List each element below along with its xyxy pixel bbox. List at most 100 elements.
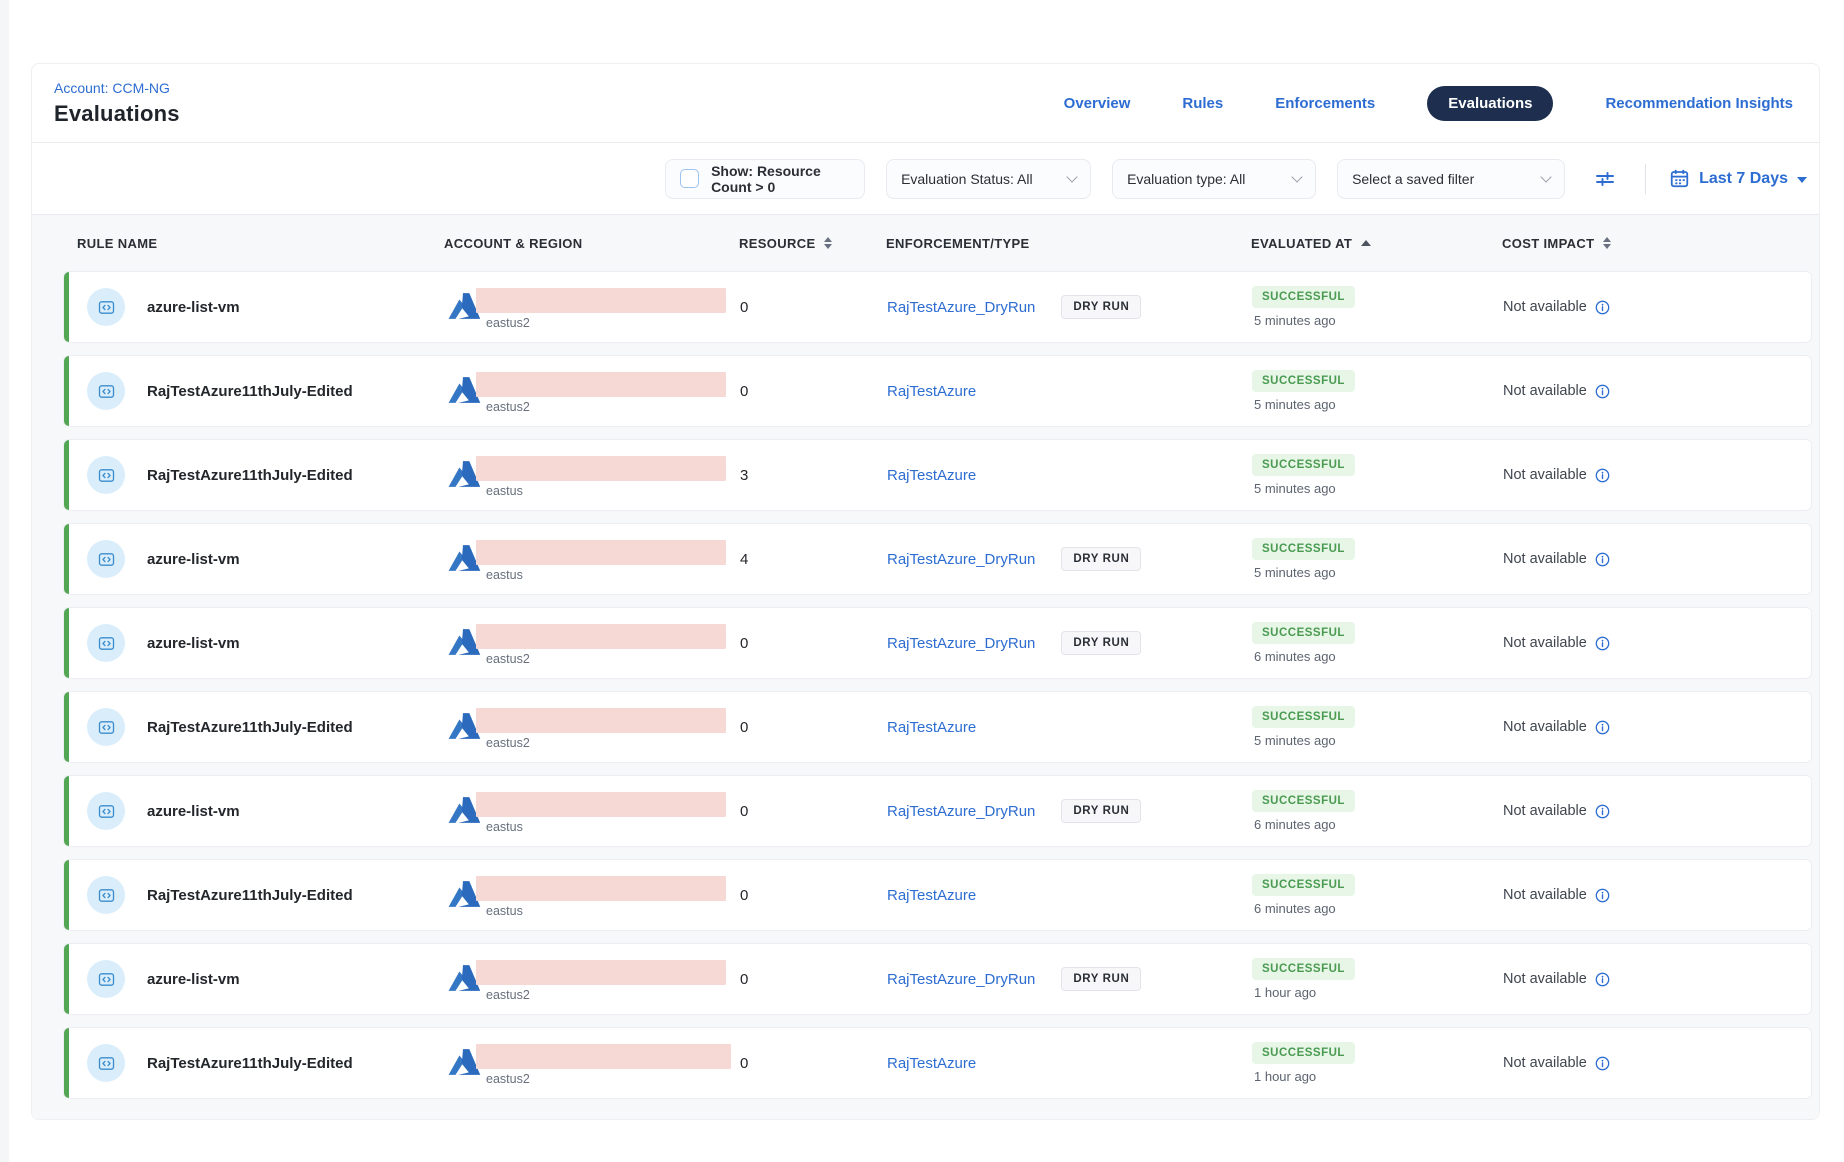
info-icon[interactable] xyxy=(1595,468,1610,483)
enforcement-link[interactable]: RajTestAzure xyxy=(887,1055,976,1072)
col-account-region: ACCOUNT & REGION xyxy=(444,236,583,251)
table-row[interactable]: RajTestAzure11thJuly-Edited eastus2 0 Ra… xyxy=(63,691,1812,763)
sort-icon[interactable] xyxy=(1603,237,1611,249)
evaluation-status-select[interactable]: Evaluation Status: All xyxy=(886,159,1091,199)
rule-name: azure-list-vm xyxy=(147,803,240,820)
enforcement-link[interactable]: RajTestAzure_DryRun xyxy=(887,635,1035,652)
enforcement-link[interactable]: RajTestAzure xyxy=(887,467,976,484)
sort-icon[interactable] xyxy=(824,237,832,249)
rule-name: azure-list-vm xyxy=(147,551,240,568)
resource-count: 4 xyxy=(740,551,748,568)
tab-recommendation-insights[interactable]: Recommendation Insights xyxy=(1605,95,1793,112)
sliders-icon xyxy=(1593,167,1617,191)
info-icon[interactable] xyxy=(1595,804,1610,819)
rule-name: azure-list-vm xyxy=(147,971,240,988)
info-icon[interactable] xyxy=(1595,636,1610,651)
sort-asc-icon[interactable] xyxy=(1361,240,1371,246)
table-row[interactable]: azure-list-vm eastus2 0 RajTestAzure_Dry… xyxy=(63,271,1812,343)
filter-settings-button[interactable] xyxy=(1588,162,1622,196)
table-row[interactable]: RajTestAzure11thJuly-Edited eastus2 0 Ra… xyxy=(63,355,1812,427)
region-label: eastus2 xyxy=(486,316,726,330)
evaluated-time: 6 minutes ago xyxy=(1254,649,1336,664)
page-title: Evaluations xyxy=(54,101,180,127)
table-row[interactable]: azure-list-vm eastus 0 RajTestAzure_DryR… xyxy=(63,775,1812,847)
governance-rule-icon xyxy=(87,456,125,494)
info-icon[interactable] xyxy=(1595,888,1610,903)
dry-run-badge: DRY RUN xyxy=(1061,967,1141,991)
chevron-down-icon xyxy=(1291,171,1302,182)
redacted-account-name xyxy=(476,288,726,313)
row-accent-bar xyxy=(64,860,69,930)
evaluations-table: RULE NAME ACCOUNT & REGION RESOURCE ENFO… xyxy=(32,214,1819,1119)
rule-name: RajTestAzure11thJuly-Edited xyxy=(147,467,353,484)
info-icon[interactable] xyxy=(1595,384,1610,399)
caret-down-icon xyxy=(1797,177,1807,183)
tab-enforcements[interactable]: Enforcements xyxy=(1275,95,1375,112)
enforcement-link[interactable]: RajTestAzure_DryRun xyxy=(887,803,1035,820)
governance-rule-icon xyxy=(87,708,125,746)
evaluated-time: 6 minutes ago xyxy=(1254,817,1336,832)
cost-impact-value: Not available xyxy=(1503,971,1587,987)
resource-count: 0 xyxy=(740,383,748,400)
cost-impact-value: Not available xyxy=(1503,1055,1587,1071)
region-label: eastus2 xyxy=(486,1072,731,1086)
enforcement-link[interactable]: RajTestAzure_DryRun xyxy=(887,299,1035,316)
panel-header: Account: CCM-NG Evaluations Overview Rul… xyxy=(32,64,1819,143)
info-icon[interactable] xyxy=(1595,972,1610,987)
status-badge: SUCCESSFUL xyxy=(1252,538,1355,560)
info-icon[interactable] xyxy=(1595,300,1610,315)
enforcement-link[interactable]: RajTestAzure_DryRun xyxy=(887,551,1035,568)
table-row[interactable]: RajTestAzure11thJuly-Edited eastus 0 Raj… xyxy=(63,859,1812,931)
evaluation-status-value: Evaluation Status: All xyxy=(901,171,1033,187)
governance-rule-icon xyxy=(87,372,125,410)
tab-rules[interactable]: Rules xyxy=(1182,95,1223,112)
filter-bar: Show: Resource Count > 0 Evaluation Stat… xyxy=(32,143,1819,214)
table-row[interactable]: azure-list-vm eastus 4 RajTestAzure_DryR… xyxy=(63,523,1812,595)
rule-name: RajTestAzure11thJuly-Edited xyxy=(147,383,353,400)
resource-count-filter[interactable]: Show: Resource Count > 0 xyxy=(665,159,865,199)
region-label: eastus xyxy=(486,568,726,582)
resource-count: 0 xyxy=(740,299,748,316)
page-edge-strip xyxy=(0,0,9,1162)
account-breadcrumb[interactable]: Account: CCM-NG xyxy=(54,80,180,96)
enforcement-link[interactable]: RajTestAzure xyxy=(887,887,976,904)
resource-count: 0 xyxy=(740,1055,748,1072)
chevron-down-icon xyxy=(1066,171,1077,182)
enforcement-link[interactable]: RajTestAzure xyxy=(887,719,976,736)
redacted-account-name xyxy=(476,792,726,817)
resource-count-checkbox[interactable] xyxy=(680,169,699,188)
row-accent-bar xyxy=(64,524,69,594)
evaluated-time: 6 minutes ago xyxy=(1254,901,1336,916)
resource-count: 0 xyxy=(740,635,748,652)
governance-rule-icon xyxy=(87,624,125,662)
governance-rule-icon xyxy=(87,960,125,998)
col-cost-impact: COST IMPACT xyxy=(1502,236,1594,251)
info-icon[interactable] xyxy=(1595,1056,1610,1071)
tab-evaluations[interactable]: Evaluations xyxy=(1427,86,1553,121)
enforcement-link[interactable]: RajTestAzure_DryRun xyxy=(887,971,1035,988)
evaluated-time: 5 minutes ago xyxy=(1254,481,1336,496)
table-row[interactable]: azure-list-vm eastus2 0 RajTestAzure_Dry… xyxy=(63,943,1812,1015)
table-row[interactable]: RajTestAzure11thJuly-Edited eastus 3 Raj… xyxy=(63,439,1812,511)
table-row[interactable]: azure-list-vm eastus2 0 RajTestAzure_Dry… xyxy=(63,607,1812,679)
tab-overview[interactable]: Overview xyxy=(1064,95,1131,112)
divider xyxy=(1645,164,1646,194)
table-header: RULE NAME ACCOUNT & REGION RESOURCE ENFO… xyxy=(63,215,1812,271)
dry-run-badge: DRY RUN xyxy=(1061,547,1141,571)
governance-rule-icon xyxy=(87,792,125,830)
enforcement-link[interactable]: RajTestAzure xyxy=(887,383,976,400)
resource-count: 0 xyxy=(740,971,748,988)
evaluated-time: 5 minutes ago xyxy=(1254,397,1336,412)
col-enforcement-type: ENFORCEMENT/TYPE xyxy=(886,236,1030,251)
col-rule-name: RULE NAME xyxy=(77,236,157,251)
evaluation-type-value: Evaluation type: All xyxy=(1127,171,1245,187)
table-row[interactable]: RajTestAzure11thJuly-Edited eastus2 0 Ra… xyxy=(63,1027,1812,1099)
evaluated-time: 5 minutes ago xyxy=(1254,313,1336,328)
info-icon[interactable] xyxy=(1595,720,1610,735)
info-icon[interactable] xyxy=(1595,552,1610,567)
evaluation-type-select[interactable]: Evaluation type: All xyxy=(1112,159,1316,199)
date-range-button[interactable]: Last 7 Days xyxy=(1669,168,1807,189)
resource-count: 0 xyxy=(740,719,748,736)
status-badge: SUCCESSFUL xyxy=(1252,286,1355,308)
saved-filter-select[interactable]: Select a saved filter xyxy=(1337,159,1565,199)
